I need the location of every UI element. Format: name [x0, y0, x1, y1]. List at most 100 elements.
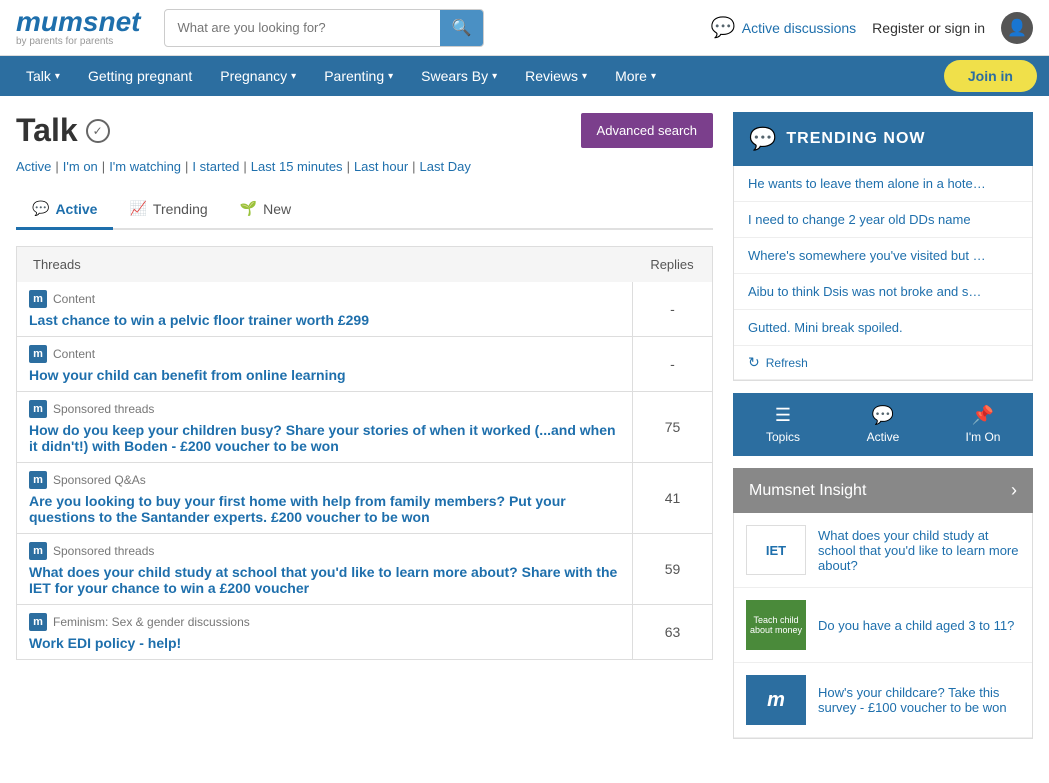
insight-item-text[interactable]: How's your childcare? Take this survey -… [818, 685, 1020, 715]
thread-title[interactable]: What does your child study at school tha… [29, 564, 620, 596]
nav-swears-by[interactable]: Swears By ▾ [407, 56, 511, 96]
trending-list: He wants to leave them alone in a hote… … [733, 166, 1033, 381]
nav-pregnancy[interactable]: Pregnancy ▾ [206, 56, 310, 96]
iet-logo-thumb: IET [746, 525, 806, 575]
active-discussions-link[interactable]: 💬 Active discussions [711, 15, 856, 40]
list-item[interactable]: Where's somewhere you've visited but … [734, 238, 1032, 274]
badge-label: Content [53, 292, 95, 306]
badge-label: Sponsored threads [53, 544, 154, 558]
tab-trending[interactable]: 📈 Trending [113, 190, 223, 230]
nav-parenting[interactable]: Parenting ▾ [310, 56, 407, 96]
tab-new[interactable]: 🌱 New [224, 190, 307, 230]
tab-trending-icon: 📈 [129, 200, 146, 217]
thread-title[interactable]: How your child can benefit from online l… [29, 367, 620, 383]
sidebar-tab-topics[interactable]: ☰ Topics [733, 393, 833, 456]
refresh-button[interactable]: ↻ Refresh [734, 346, 1032, 380]
badge-label: Sponsored threads [53, 402, 154, 416]
thread-badge: m Content [29, 290, 620, 308]
sep4: | [243, 159, 246, 174]
insight-arrow-icon: › [1011, 480, 1017, 501]
nav-getting-pregnant[interactable]: Getting pregnant [74, 56, 206, 96]
list-item[interactable]: Gutted. Mini break spoiled. [734, 310, 1032, 346]
nav-talk[interactable]: Talk ▾ [12, 56, 74, 96]
sep6: | [412, 159, 415, 174]
list-item[interactable]: Aibu to think Dsis was not broke and s… [734, 274, 1032, 310]
logo[interactable]: mumsnet by parents for parents [16, 8, 140, 47]
table-row: m Sponsored threads How do you keep your… [16, 392, 713, 463]
m-survey-thumb: m [746, 675, 806, 725]
list-item: Teach child about money Do you have a ch… [734, 588, 1032, 663]
advanced-search-button[interactable]: Advanced search [581, 113, 713, 148]
nav-pregnancy-label: Pregnancy [220, 68, 287, 84]
sidebar-tab-im-on[interactable]: 📌 I'm On [933, 393, 1033, 456]
nav-reviews-arrow: ▾ [582, 71, 587, 82]
nav-more[interactable]: More ▾ [601, 56, 670, 96]
insight-title: Mumsnet Insight [749, 482, 866, 500]
tab-trending-label: Trending [153, 201, 208, 217]
tab-active[interactable]: 💬 Active [16, 190, 113, 230]
breadcrumb-im-watching[interactable]: I'm watching [109, 159, 181, 174]
breadcrumb-last-day[interactable]: Last Day [420, 159, 471, 174]
nav-swears-by-label: Swears By [421, 68, 488, 84]
sidebar-tab-active-label: Active [867, 430, 900, 444]
col-replies-header: Replies [632, 247, 712, 282]
register-link[interactable]: Register or sign in [872, 20, 985, 36]
m-icon: m [29, 290, 47, 308]
thread-content: m Sponsored Q&As Are you looking to buy … [17, 463, 632, 533]
insight-item-text[interactable]: What does your child study at school tha… [818, 528, 1020, 573]
search-input[interactable] [165, 12, 439, 43]
sidebar-tab-active[interactable]: 💬 Active [833, 393, 933, 456]
nav-more-arrow: ▾ [651, 71, 656, 82]
insight-header[interactable]: Mumsnet Insight › [733, 468, 1033, 513]
main-area: Talk ✓ Advanced search Active | I'm on |… [16, 112, 713, 739]
bubble-icon: 💬 [711, 15, 736, 40]
breadcrumb-active[interactable]: Active [16, 159, 51, 174]
list-item[interactable]: I need to change 2 year old DDs name [734, 202, 1032, 238]
refresh-icon: ↻ [748, 354, 760, 371]
threads-table: Threads Replies m Content Last chance to… [16, 246, 713, 660]
thread-replies: - [632, 282, 712, 336]
user-icon[interactable]: 👤 [1001, 12, 1033, 44]
nav-talk-arrow: ▾ [55, 71, 60, 82]
sep3: | [185, 159, 188, 174]
thread-replies: 63 [632, 605, 712, 659]
thread-title[interactable]: Are you looking to buy your first home w… [29, 493, 620, 525]
nav-pregnancy-arrow: ▾ [291, 71, 296, 82]
thread-replies: 75 [632, 392, 712, 462]
threads-table-header: Threads Replies [16, 246, 713, 282]
m-icon: m [29, 542, 47, 560]
breadcrumb-15min[interactable]: Last 15 minutes [251, 159, 343, 174]
list-item[interactable]: He wants to leave them alone in a hote… [734, 166, 1032, 202]
breadcrumb-im-on[interactable]: I'm on [63, 159, 98, 174]
search-button[interactable]: 🔍 [440, 10, 484, 46]
thread-badge: m Feminism: Sex & gender discussions [29, 613, 620, 631]
thread-title[interactable]: Last chance to win a pelvic floor traine… [29, 312, 620, 328]
trending-icon: 💬 [749, 126, 776, 152]
col-threads-header: Threads [17, 247, 632, 282]
sidebar-tab-topics-label: Topics [766, 430, 800, 444]
circle-check-icon[interactable]: ✓ [86, 119, 110, 143]
insight-item-text[interactable]: Do you have a child aged 3 to 11? [818, 618, 1014, 633]
active-discussions-label: Active discussions [742, 20, 856, 36]
nav-swears-by-arrow: ▾ [492, 71, 497, 82]
sidebar-tabs: ☰ Topics 💬 Active 📌 I'm On [733, 393, 1033, 456]
tab-new-icon: 🌱 [240, 200, 257, 217]
thread-replies: 59 [632, 534, 712, 604]
breadcrumb-i-started[interactable]: I started [192, 159, 239, 174]
join-button[interactable]: Join in [944, 60, 1037, 92]
thread-content: m Feminism: Sex & gender discussions Wor… [17, 605, 632, 659]
thread-title[interactable]: How do you keep your children busy? Shar… [29, 422, 620, 454]
trending-now-title: TRENDING NOW [786, 130, 925, 148]
nav-getting-pregnant-label: Getting pregnant [88, 68, 192, 84]
nav-reviews[interactable]: Reviews ▾ [511, 56, 601, 96]
sidebar-tab-im-on-label: I'm On [966, 430, 1001, 444]
logo-sub: by parents for parents [16, 36, 140, 47]
thread-tabs: 💬 Active 📈 Trending 🌱 New [16, 190, 713, 230]
table-row: m Sponsored threads What does your child… [16, 534, 713, 605]
trending-now-header: 💬 TRENDING NOW [733, 112, 1033, 166]
nav-parenting-arrow: ▾ [388, 71, 393, 82]
im-on-icon: 📌 [972, 405, 994, 426]
sep1: | [55, 159, 58, 174]
thread-title[interactable]: Work EDI policy - help! [29, 635, 620, 651]
breadcrumb-last-hour[interactable]: Last hour [354, 159, 408, 174]
